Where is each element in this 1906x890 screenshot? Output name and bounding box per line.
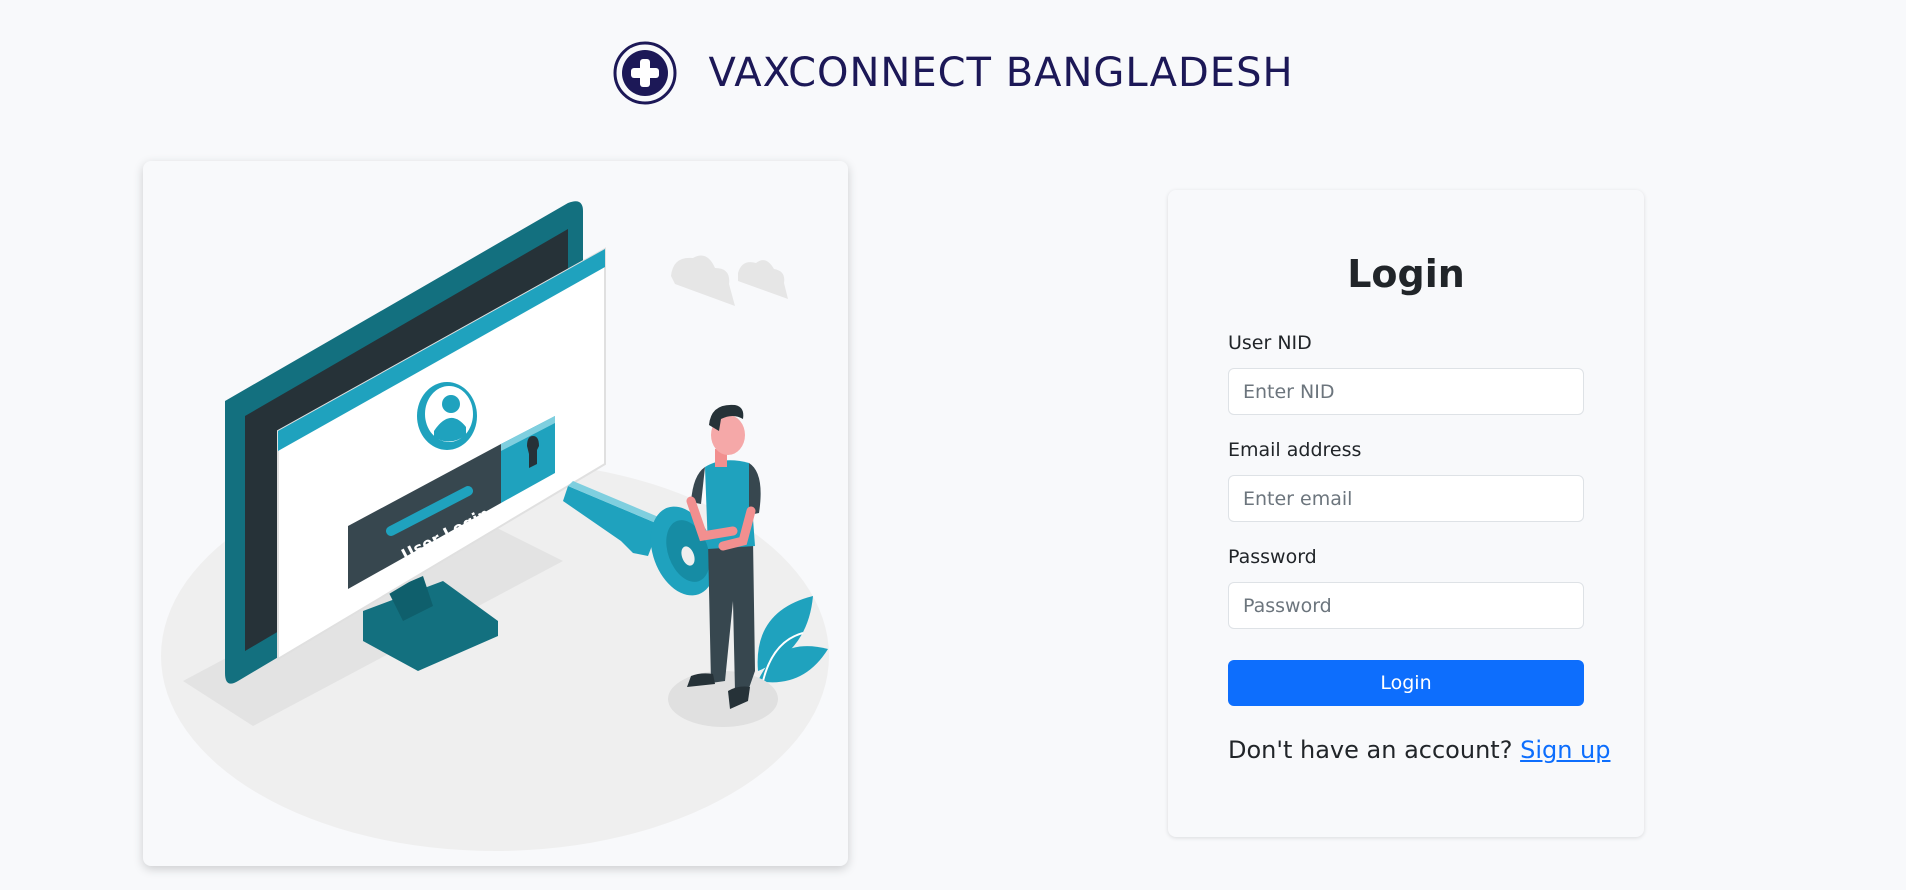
email-label: Email address — [1228, 439, 1362, 461]
illustration-card: User Login — [143, 161, 848, 866]
signup-prompt: Don't have an account? Sign up — [1228, 736, 1648, 764]
password-label: Password — [1228, 546, 1317, 568]
nid-label: User NID — [1228, 332, 1312, 354]
cloud-icon — [671, 255, 788, 306]
brand-name: VAXCONNECT BANGLADESH — [708, 50, 1294, 96]
signup-link[interactable]: Sign up — [1520, 736, 1610, 764]
nid-input[interactable] — [1228, 368, 1584, 415]
password-input[interactable] — [1228, 582, 1584, 629]
medical-cross-icon — [613, 41, 677, 105]
login-card: Login User NID Email address Password Lo… — [1168, 190, 1644, 837]
login-page: VAXCONNECT BANGLADESH User Login Login U… — [0, 0, 1906, 890]
signup-prompt-text: Don't have an account? — [1228, 736, 1513, 764]
brand-header: VAXCONNECT BANGLADESH — [0, 40, 1906, 106]
user-login-illustration: User Login — [161, 201, 829, 851]
email-input[interactable] — [1228, 475, 1584, 522]
user-avatar-icon — [417, 382, 477, 450]
login-button[interactable]: Login — [1228, 660, 1584, 706]
login-title: Login — [1347, 252, 1465, 296]
